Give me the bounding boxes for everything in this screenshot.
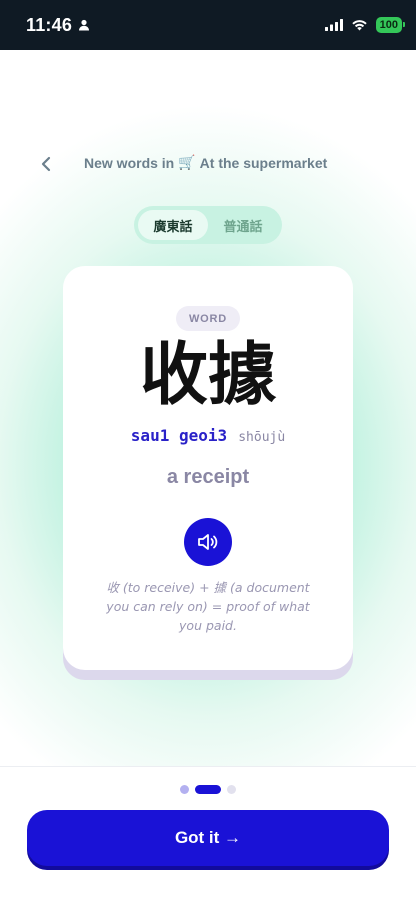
- pager: [0, 784, 416, 794]
- chevron-left-icon: [41, 156, 51, 172]
- header: New words in 🛒 At the supermarket: [0, 148, 416, 180]
- jyutping-text: sau1 geoi3: [130, 426, 228, 445]
- back-button[interactable]: [34, 152, 58, 176]
- play-audio-button[interactable]: [184, 518, 232, 566]
- romanization: sau1 geoi3 shōujù: [63, 426, 353, 445]
- cellular-signal-icon: [324, 16, 343, 35]
- language-toggle: 廣東話 普通話: [134, 206, 282, 244]
- title-prefix: New words in: [84, 154, 175, 171]
- wifi-icon: [351, 16, 368, 35]
- pager-dot-current: [195, 784, 221, 794]
- status-time: 11:46: [26, 14, 73, 35]
- person-icon: [78, 16, 90, 35]
- battery-icon: 100: [375, 17, 406, 33]
- got-it-button[interactable]: Got it →: [27, 810, 389, 866]
- toggle-cantonese[interactable]: 廣東話: [138, 210, 208, 240]
- footer-divider: [0, 766, 416, 767]
- shopping-cart-icon: 🛒: [178, 154, 196, 170]
- hanzi-text: 收據: [139, 336, 276, 415]
- main-content: New words in 🛒 At the supermarket 廣東話 普通…: [0, 50, 416, 766]
- pinyin-text: shōujù: [238, 430, 286, 445]
- meaning-text: a receipt: [166, 466, 250, 488]
- pager-dot: [227, 784, 236, 794]
- etymology-text: 收 (to receive) + 據 (a document you can r…: [106, 580, 310, 633]
- word-badge: WORD: [176, 306, 240, 331]
- speaker-icon: [198, 534, 218, 550]
- pager-dot: [180, 784, 189, 794]
- title-suffix: At the supermarket: [199, 154, 328, 171]
- status-bar: 11:46 100: [0, 0, 416, 50]
- status-left: 11:46: [26, 15, 90, 36]
- word-card: WORD 收據 sau1 geoi3 shōujù a receipt 收 (t…: [63, 266, 353, 670]
- page-title: New words in 🛒 At the supermarket: [84, 154, 327, 171]
- status-right: 100: [324, 16, 406, 35]
- toggle-mandarin[interactable]: 普通話: [208, 210, 278, 240]
